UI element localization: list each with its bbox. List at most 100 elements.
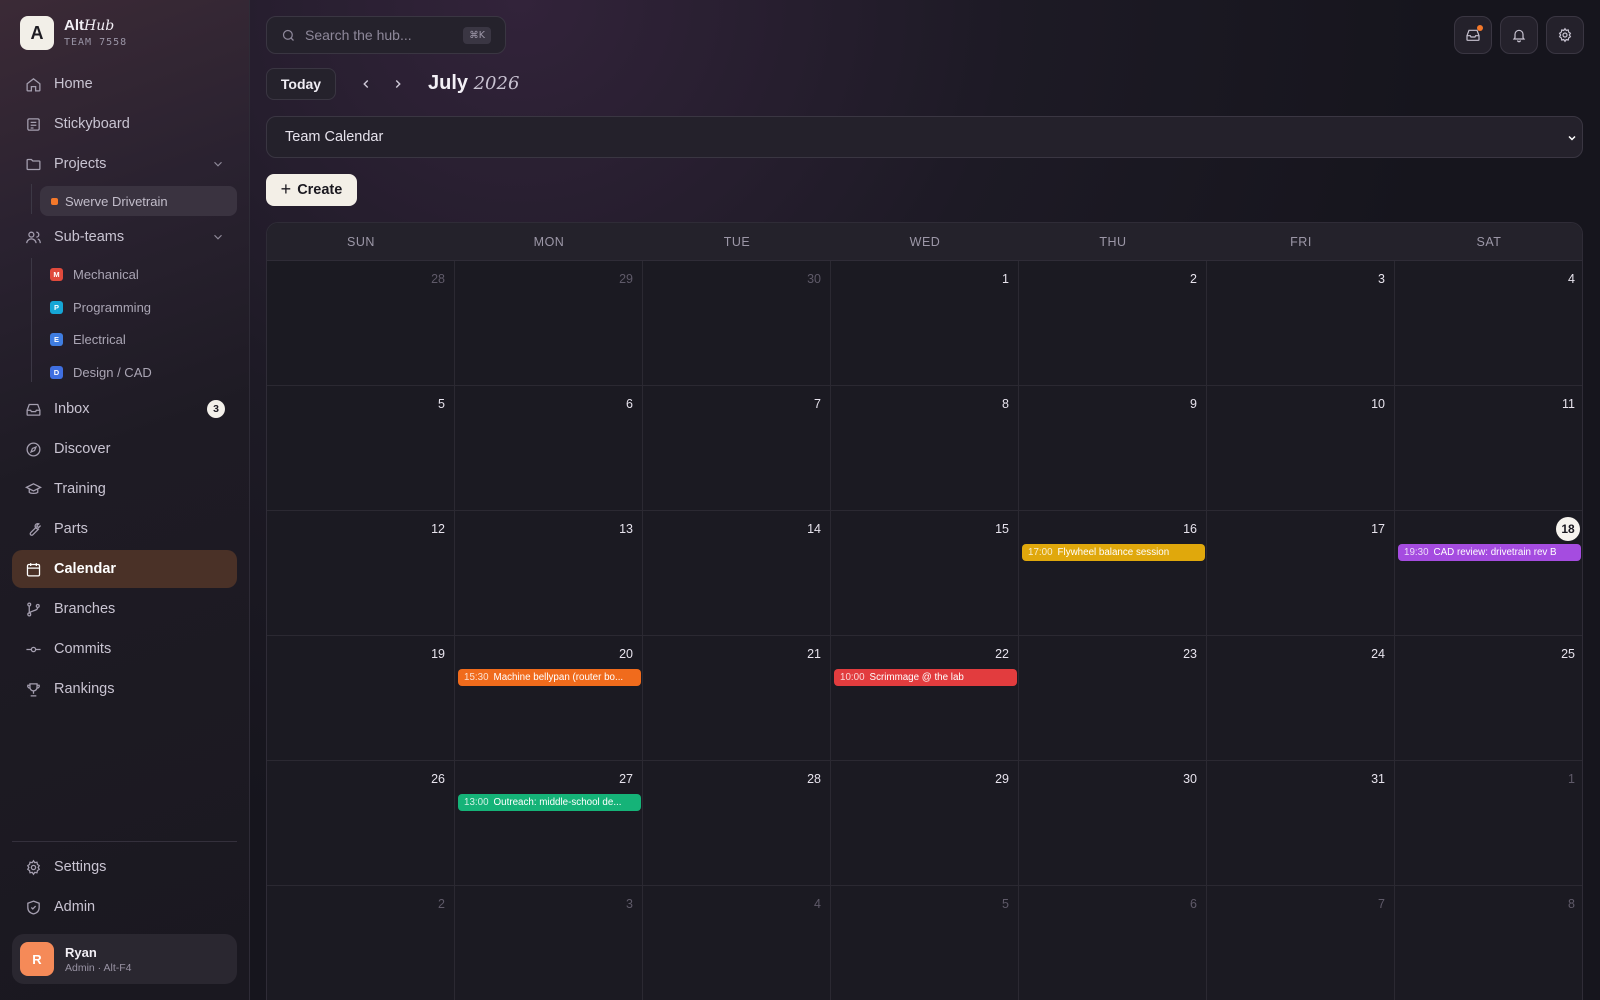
subteam-item-programming[interactable]: P Programming (40, 292, 237, 322)
project-item-label: Swerve Drivetrain (65, 193, 168, 209)
calendar-day-cell[interactable]: 7 (1207, 886, 1395, 1000)
today-button[interactable]: Today (266, 68, 336, 100)
calendar-day-cell[interactable]: 18 19:30 CAD review: drivetrain rev B (1395, 511, 1582, 636)
calendar-day-cell[interactable]: 23 (1019, 636, 1207, 761)
nav-rankings[interactable]: Rankings (12, 671, 237, 707)
calendar-day-cell[interactable]: 10 (1207, 386, 1395, 511)
nav-training[interactable]: Training (12, 471, 237, 507)
project-item[interactable]: Swerve Drivetrain (40, 186, 237, 216)
nav-settings-label: Settings (54, 859, 107, 875)
calendar-day-cell[interactable]: 21 (643, 636, 831, 761)
calendar-day-cell[interactable]: 4 (643, 886, 831, 1000)
calendar-day-cell[interactable]: 29 (831, 761, 1019, 886)
calendar-day-cell[interactable]: 28 (643, 761, 831, 886)
wrench-icon (24, 520, 42, 538)
nav-inbox[interactable]: Inbox 3 (12, 391, 237, 427)
calendar-select[interactable]: Team Calendar (266, 116, 1583, 158)
date-number: 1 (1568, 772, 1575, 786)
subteam-item-design-cad[interactable]: D Design / CAD (40, 357, 237, 387)
users-icon (24, 228, 42, 246)
calendar-event[interactable]: 15:30 Machine bellypan (router bo... (458, 669, 641, 686)
calendar-day-cell[interactable]: 22 10:00 Scrimmage @ the lab (831, 636, 1019, 761)
nav-branches-label: Branches (54, 601, 116, 617)
nav-subteams[interactable]: Sub-teams (12, 219, 237, 255)
brand[interactable]: A AltHub TEAM 7558 (20, 16, 127, 50)
nav-admin[interactable]: Admin (12, 889, 237, 925)
compass-icon (24, 440, 42, 458)
nav-parts[interactable]: Parts (12, 511, 237, 547)
nav-home[interactable]: Home (12, 66, 237, 102)
calendar-day-cell[interactable]: 31 (1207, 761, 1395, 886)
calendar-day-cell[interactable]: 20 15:30 Machine bellypan (router bo... (455, 636, 643, 761)
chevron-down-icon[interactable] (211, 157, 225, 171)
nav-stickyboard[interactable]: Stickyboard (12, 106, 237, 142)
calendar-event[interactable]: 13:00 Outreach: middle-school de... (458, 794, 641, 811)
date-number: 9 (1190, 397, 1197, 411)
calendar-day-cell[interactable]: 2 (267, 886, 455, 1000)
calendar-day-cell[interactable]: 30 (643, 261, 831, 386)
date-number: 8 (1568, 897, 1575, 911)
calendar-day-cell[interactable]: 13 (455, 511, 643, 636)
calendar-day-cell[interactable]: 19 (267, 636, 455, 761)
month-name: July (428, 72, 469, 94)
calendar-event[interactable]: 19:30 CAD review: drivetrain rev B (1398, 544, 1581, 561)
nav-settings[interactable]: Settings (12, 849, 237, 885)
calendar-day-cell[interactable]: 26 (267, 761, 455, 886)
calendar-day-cell[interactable]: 8 (1395, 886, 1582, 1000)
calendar-day-cell[interactable]: 12 (267, 511, 455, 636)
create-button[interactable]: + Create (266, 174, 357, 206)
date-number: 22 (995, 647, 1009, 661)
inbox-tray-button[interactable] (1454, 16, 1492, 54)
calendar-day-cell[interactable]: 30 (1019, 761, 1207, 886)
calendar-day-cell[interactable]: 6 (455, 386, 643, 511)
subteam-chip: D (50, 365, 63, 379)
nav-subteams-label: Sub-teams (54, 229, 125, 245)
nav-branches[interactable]: Branches (12, 591, 237, 627)
calendar-day-cell[interactable]: 5 (267, 386, 455, 511)
search-input[interactable]: Search the hub... ⌘K (266, 16, 506, 54)
calendar-day-cell[interactable]: 7 (643, 386, 831, 511)
calendar-day-cell[interactable]: 27 13:00 Outreach: middle-school de... (455, 761, 643, 886)
prev-month-button[interactable] (356, 74, 376, 94)
calendar-day-cell[interactable]: 5 (831, 886, 1019, 1000)
calendar-event[interactable]: 10:00 Scrimmage @ the lab (834, 669, 1017, 686)
subteam-item-mechanical[interactable]: M Mechanical (40, 259, 237, 289)
calendar-day-cell[interactable]: 3 (1207, 261, 1395, 386)
calendar-day-cell[interactable]: 25 (1395, 636, 1582, 761)
next-month-button[interactable] (388, 74, 408, 94)
calendar-day-cell[interactable]: 2 (1019, 261, 1207, 386)
nav-projects[interactable]: Projects (12, 146, 237, 182)
calendar-day-cell[interactable]: 17 (1207, 511, 1395, 636)
calendar-day-cell[interactable]: 3 (455, 886, 643, 1000)
date-number: 24 (1371, 647, 1385, 661)
calendar-day-cell[interactable]: 8 (831, 386, 1019, 511)
git-branch-icon (24, 600, 42, 618)
folder-icon (24, 155, 42, 173)
date-number: 25 (1561, 647, 1575, 661)
notifications-button[interactable] (1500, 16, 1538, 54)
calendar-day-cell[interactable]: 1 (1395, 761, 1582, 886)
calendar-day-cell[interactable]: 9 (1019, 386, 1207, 511)
team-number: TEAM 7558 (64, 37, 128, 48)
calendar-day-cell[interactable]: 29 (455, 261, 643, 386)
calendar-day-cell[interactable]: 15 (831, 511, 1019, 636)
subteam-item-electrical[interactable]: E Electrical (40, 324, 237, 354)
user-card[interactable]: R Ryan Admin · Alt-F4 (12, 934, 237, 984)
nav-commits[interactable]: Commits (12, 631, 237, 667)
calendar-event[interactable]: 17:00 Flywheel balance session (1022, 544, 1205, 561)
calendar-day-cell[interactable]: 28 (267, 261, 455, 386)
date-number: 15 (995, 522, 1009, 536)
calendar-day-cell[interactable]: 6 (1019, 886, 1207, 1000)
nav-discover[interactable]: Discover (12, 431, 237, 467)
calendar-day-cell[interactable]: 24 (1207, 636, 1395, 761)
subteam-label: Mechanical (73, 266, 139, 282)
chevron-down-icon[interactable] (211, 230, 225, 244)
calendar-day-cell[interactable]: 11 (1395, 386, 1582, 511)
calendar-day-cell[interactable]: 4 (1395, 261, 1582, 386)
event-title: Scrimmage @ the lab (869, 672, 964, 683)
settings-button[interactable] (1546, 16, 1584, 54)
nav-calendar[interactable]: Calendar (12, 550, 237, 588)
calendar-day-cell[interactable]: 1 (831, 261, 1019, 386)
calendar-day-cell[interactable]: 14 (643, 511, 831, 636)
calendar-day-cell[interactable]: 16 17:00 Flywheel balance session (1019, 511, 1207, 636)
